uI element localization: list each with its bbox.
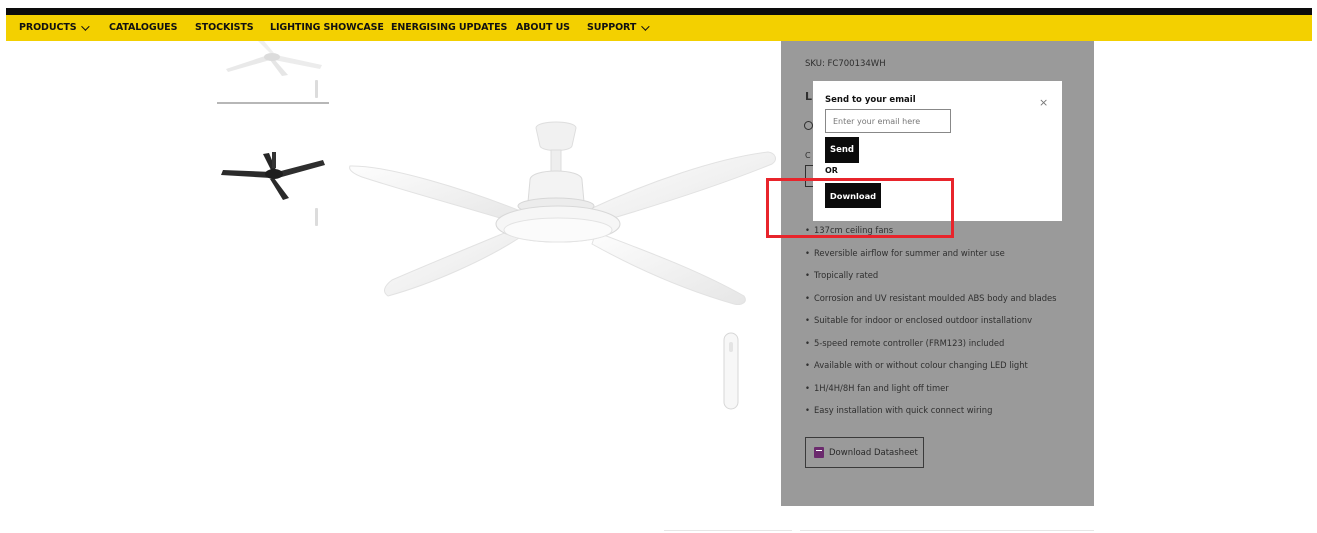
list-item: Available with or without colour changin… xyxy=(805,360,1057,383)
main-nav: PRODUCTS CATALOGUES STOCKISTS LIGHTING S… xyxy=(6,15,1312,41)
nav-lighting-showcase-label: LIGHTING SHOWCASE xyxy=(270,22,384,33)
list-item: Easy installation with quick connect wir… xyxy=(805,405,1057,428)
nav-energising-updates[interactable]: ENERGISING UPDATES xyxy=(391,22,507,33)
nav-about-us-label: ABOUT US xyxy=(516,22,570,33)
nav-products[interactable]: PRODUCTS xyxy=(19,21,91,33)
list-item: 5-speed remote controller (FRM123) inclu… xyxy=(805,338,1057,361)
nav-catalogues-label: CATALOGUES xyxy=(109,22,178,33)
top-strip xyxy=(6,8,1312,15)
pdf-icon xyxy=(814,447,824,458)
list-item: 1H/4H/8H fan and light off timer xyxy=(805,383,1057,406)
remote-controller-image xyxy=(723,332,739,410)
obscured-radio-icon xyxy=(804,121,813,130)
thumbnail-active-underline xyxy=(217,102,329,104)
nav-stockists[interactable]: STOCKISTS xyxy=(195,22,254,33)
obscured-option-fragment: C xyxy=(805,151,811,160)
list-item: Suitable for indoor or enclosed outdoor … xyxy=(805,315,1057,338)
feature-list: 137cm ceiling fans Reversible airflow fo… xyxy=(805,225,1057,428)
close-icon[interactable]: × xyxy=(1039,97,1048,108)
nav-catalogues[interactable]: CATALOGUES xyxy=(109,22,177,33)
nav-stockists-label: STOCKISTS xyxy=(195,22,254,33)
highlight-box xyxy=(766,178,954,238)
divider xyxy=(800,530,1094,531)
thumbnail-indicator xyxy=(315,208,318,226)
nav-lighting-showcase[interactable]: LIGHTING SHOWCASE xyxy=(270,22,384,33)
nav-about-us[interactable]: ABOUT US xyxy=(516,22,570,33)
chevron-down-icon xyxy=(81,21,91,31)
thumbnail-black-fan[interactable] xyxy=(217,148,329,202)
obscured-title-fragment: L xyxy=(805,90,813,103)
nav-products-label: PRODUCTS xyxy=(19,22,77,33)
nav-energising-updates-label: ENERGISING UPDATES xyxy=(391,22,508,33)
nav-support[interactable]: SUPPORT xyxy=(587,21,650,33)
thumbnail-indicator xyxy=(315,80,318,98)
list-item: Corrosion and UV resistant moulded ABS b… xyxy=(805,293,1057,316)
list-item: Tropically rated xyxy=(805,270,1057,293)
modal-title: Send to your email xyxy=(825,95,916,105)
nav-support-label: SUPPORT xyxy=(587,22,637,33)
list-item: Reversible airflow for summer and winter… xyxy=(805,248,1057,271)
main-product-image-fan xyxy=(349,121,776,305)
download-datasheet-label: Download Datasheet xyxy=(829,447,918,458)
product-sku: SKU: FC700134WH xyxy=(805,59,886,69)
email-input[interactable] xyxy=(825,109,951,133)
chevron-down-icon xyxy=(641,21,650,31)
send-button[interactable]: Send xyxy=(825,137,859,163)
divider xyxy=(664,530,792,531)
or-separator: OR xyxy=(825,166,838,175)
download-datasheet-button[interactable]: Download Datasheet xyxy=(805,437,924,468)
thumbnail-white-fan[interactable] xyxy=(218,41,328,77)
